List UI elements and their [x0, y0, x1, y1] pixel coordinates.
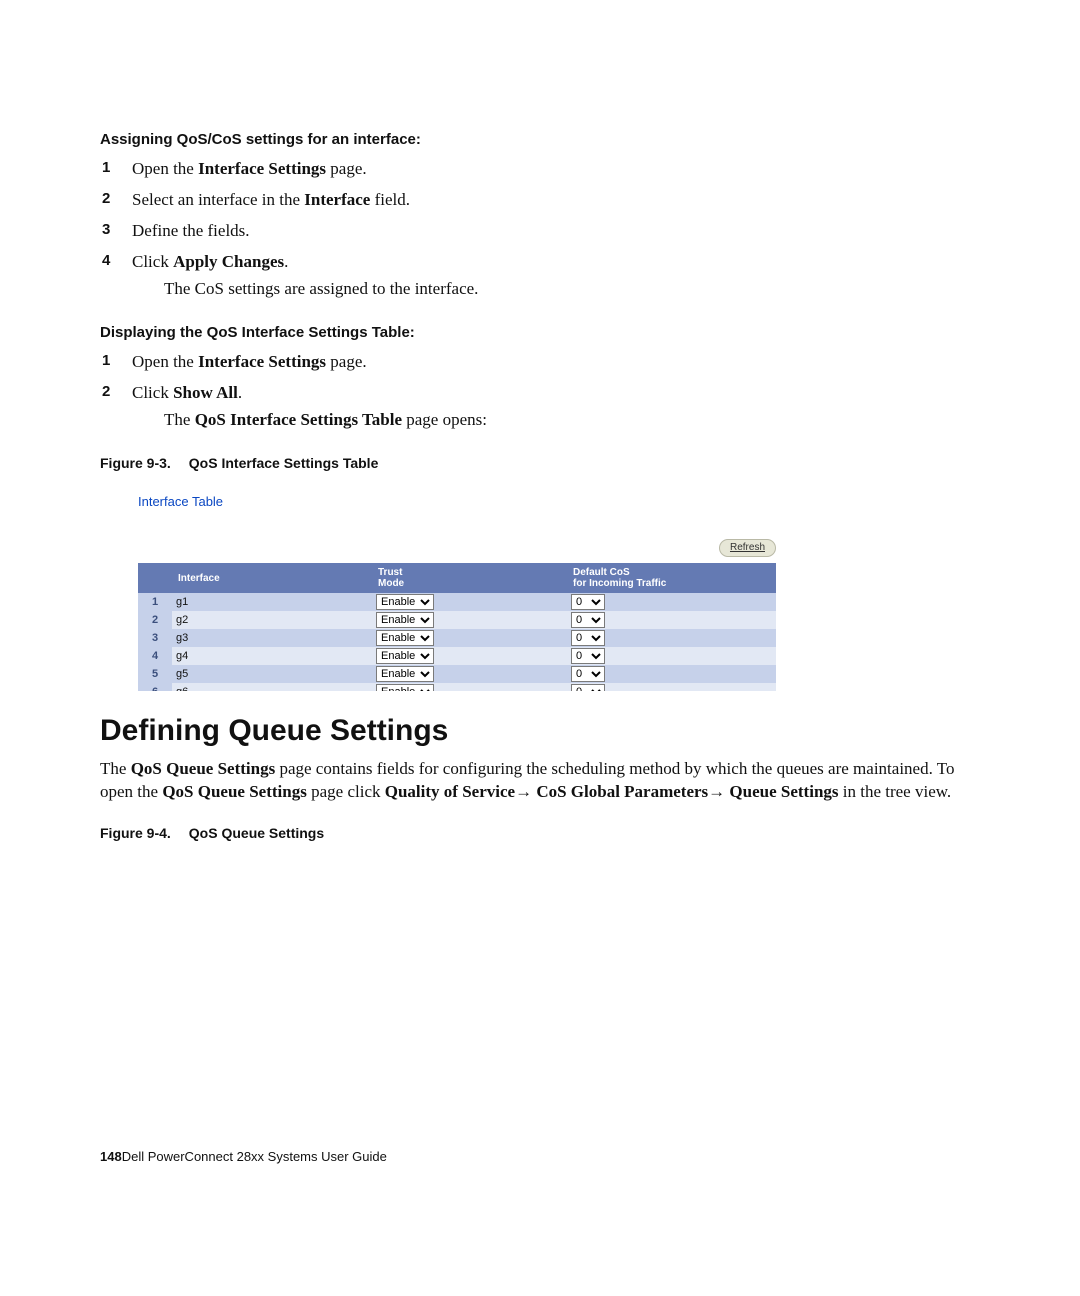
interface-table: Interface TrustMode Default CoSfor Incom… [138, 563, 776, 691]
s1-step-4: 4Click Apply Changes. The CoS settings a… [132, 251, 980, 301]
row-interface: g2 [172, 611, 372, 629]
s2-step-2: 2Click Show All. The QoS Interface Setti… [132, 382, 980, 432]
row-interface: g3 [172, 629, 372, 647]
table-row: 3g3Enable 0 [138, 629, 776, 647]
s1-result: The CoS settings are assigned to the int… [164, 278, 980, 301]
table-row: 4g4Enable 0 [138, 647, 776, 665]
table-row: 5g5Enable 0 [138, 665, 776, 683]
col-interface: Interface [172, 563, 372, 593]
interface-table-heading: Interface Table [138, 493, 776, 511]
row-interface: g4 [172, 647, 372, 665]
section1-title: Assigning QoS/CoS settings for an interf… [100, 130, 980, 150]
row-index: 3 [138, 629, 172, 647]
row-index: 1 [138, 593, 172, 611]
default-cos-select[interactable]: 0 [571, 666, 605, 682]
s1-step-3: 3Define the fields. [132, 220, 980, 243]
trust-mode-select[interactable]: Enable [376, 684, 434, 691]
row-index: 6 [138, 683, 172, 691]
figure-9-3-caption: Figure 9-3.QoS Interface Settings Table [100, 454, 980, 473]
section2-title: Displaying the QoS Interface Settings Ta… [100, 323, 980, 343]
row-index: 5 [138, 665, 172, 683]
table-row: 6g6 Enable 0 [138, 683, 776, 691]
s1-step-2: 2Select an interface in the Interface fi… [132, 189, 980, 212]
default-cos-select[interactable]: 0 [571, 612, 605, 628]
table-row: 1g1Enable 0 [138, 593, 776, 611]
s1-step-1: 1Open the Interface Settings page. [132, 158, 980, 181]
row-interface: g1 [172, 593, 372, 611]
s2-result: The QoS Interface Settings Table page op… [164, 409, 980, 432]
refresh-button[interactable]: Refresh [719, 539, 776, 557]
trust-mode-select[interactable]: Enable [376, 612, 434, 628]
trust-mode-select[interactable]: Enable [376, 666, 434, 682]
default-cos-select[interactable]: 0 [571, 594, 605, 610]
queue-heading: Defining Queue Settings [100, 711, 980, 752]
page-footer: 148Dell PowerConnect 28xx Systems User G… [100, 1148, 387, 1166]
row-interface: g6 [172, 683, 372, 691]
row-index: 2 [138, 611, 172, 629]
default-cos-select[interactable]: 0 [571, 630, 605, 646]
table-row: 2g2Enable 0 [138, 611, 776, 629]
col-default-cos: Default CoSfor Incoming Traffic [567, 563, 776, 593]
default-cos-select[interactable]: 0 [571, 648, 605, 664]
row-index: 4 [138, 647, 172, 665]
trust-mode-select[interactable]: Enable [376, 594, 434, 610]
queue-paragraph: The QoS Queue Settings page contains fie… [100, 758, 980, 804]
col-trust-mode: TrustMode [372, 563, 567, 593]
s2-step-1: 1Open the Interface Settings page. [132, 351, 980, 374]
trust-mode-select[interactable]: Enable [376, 630, 434, 646]
default-cos-select[interactable]: 0 [571, 684, 605, 691]
col-idx [138, 563, 172, 593]
row-interface: g5 [172, 665, 372, 683]
trust-mode-select[interactable]: Enable [376, 648, 434, 664]
figure-9-4-caption: Figure 9-4.QoS Queue Settings [100, 824, 980, 843]
